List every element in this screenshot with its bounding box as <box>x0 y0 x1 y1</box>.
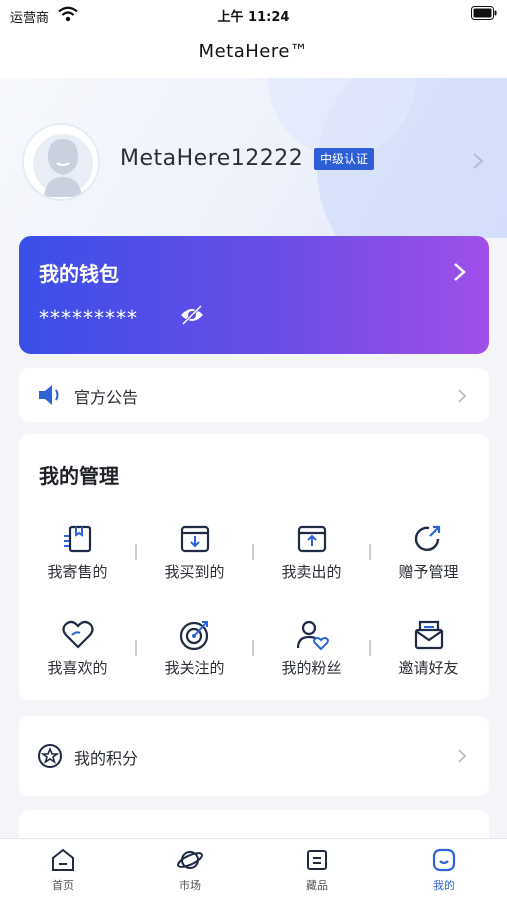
share-arrow-icon <box>414 525 440 551</box>
chevron-right-icon <box>458 389 467 403</box>
management-title: 我的管理 <box>39 464 119 488</box>
tab-label: 首页 <box>52 879 74 892</box>
box-upload-icon <box>297 525 326 553</box>
fans-item[interactable]: 我的粉丝 <box>253 618 370 688</box>
gift-management-item[interactable]: 赠予管理 <box>370 522 487 592</box>
grid-label: 我卖出的 <box>281 563 342 581</box>
divider <box>369 640 371 656</box>
tab-label: 我的 <box>433 879 455 892</box>
smile-face-icon <box>432 848 456 872</box>
purchased-item[interactable]: 我买到的 <box>136 522 253 592</box>
speaker-icon <box>39 385 59 405</box>
home-icon <box>52 848 74 871</box>
tab-label: 市场 <box>179 879 201 892</box>
chevron-right-icon <box>458 749 467 763</box>
tab-label: 藏品 <box>306 879 328 892</box>
following-item[interactable]: 我关注的 <box>136 618 253 688</box>
star-badge-icon <box>38 744 62 768</box>
grid-label: 我关注的 <box>164 659 225 677</box>
status-time: 上午 11:24 <box>217 10 290 25</box>
tab-market[interactable]: 市场 <box>150 847 230 893</box>
consign-box-icon <box>63 525 91 553</box>
points-row[interactable]: 我的积分 <box>19 716 489 796</box>
grid-label: 我喜欢的 <box>47 659 108 677</box>
grid-label: 邀请好友 <box>398 659 459 677</box>
heart-icon <box>61 620 94 649</box>
tab-collections[interactable]: 藏品 <box>277 847 357 893</box>
sold-item[interactable]: 我卖出的 <box>253 522 370 592</box>
mail-invite-icon <box>414 620 443 650</box>
nav-bar: MetaHere™ <box>0 28 507 78</box>
consigned-item[interactable]: 我寄售的 <box>19 522 136 592</box>
avatar[interactable] <box>22 123 100 201</box>
tab-home[interactable]: 首页 <box>23 847 103 893</box>
liked-item[interactable]: 我喜欢的 <box>19 618 136 688</box>
status-bar: 运营商 上午 11:24 <box>0 0 507 28</box>
collection-icon <box>307 850 327 870</box>
announcement-row[interactable]: 官方公告 <box>19 368 489 422</box>
grid-label: 我买到的 <box>164 563 225 581</box>
announcement-label: 官方公告 <box>74 388 139 407</box>
target-icon <box>179 621 208 651</box>
eye-hidden-icon[interactable] <box>179 304 205 326</box>
username: MetaHere12222 <box>120 146 304 171</box>
tab-bar: 首页 市场 藏品 我的 <box>0 838 507 900</box>
wallet-card[interactable]: 我的钱包 ********* <box>19 236 489 354</box>
grid-label: 我的粉丝 <box>281 659 342 677</box>
divider <box>135 544 137 560</box>
grid-label: 我寄售的 <box>47 563 108 581</box>
avatar-placeholder-icon <box>33 134 93 197</box>
verification-badge: 中级认证 <box>314 148 375 170</box>
profile-header[interactable]: MetaHere12222 中级认证 <box>0 78 507 238</box>
invite-friends-item[interactable]: 邀请好友 <box>370 618 487 688</box>
divider <box>252 544 254 560</box>
user-heart-icon <box>296 620 329 651</box>
wallet-balance: ********* <box>39 306 138 330</box>
divider <box>369 544 371 560</box>
divider <box>252 640 254 656</box>
planet-icon <box>177 851 203 869</box>
divider <box>135 640 137 656</box>
tab-mine[interactable]: 我的 <box>404 847 484 893</box>
chevron-right-icon[interactable] <box>453 262 467 282</box>
grid-label: 赠予管理 <box>398 563 459 581</box>
wallet-title: 我的钱包 <box>39 262 119 286</box>
battery-icon <box>471 6 497 20</box>
box-download-icon <box>180 525 209 553</box>
page-title: MetaHere™ <box>198 41 309 62</box>
chevron-right-icon[interactable] <box>472 152 484 170</box>
management-card: 我的管理 我寄售的 我买到的 我卖出的 赠予管理 我喜欢的 我关注的 我的粉丝 … <box>19 434 489 700</box>
points-label: 我的积分 <box>74 749 139 768</box>
